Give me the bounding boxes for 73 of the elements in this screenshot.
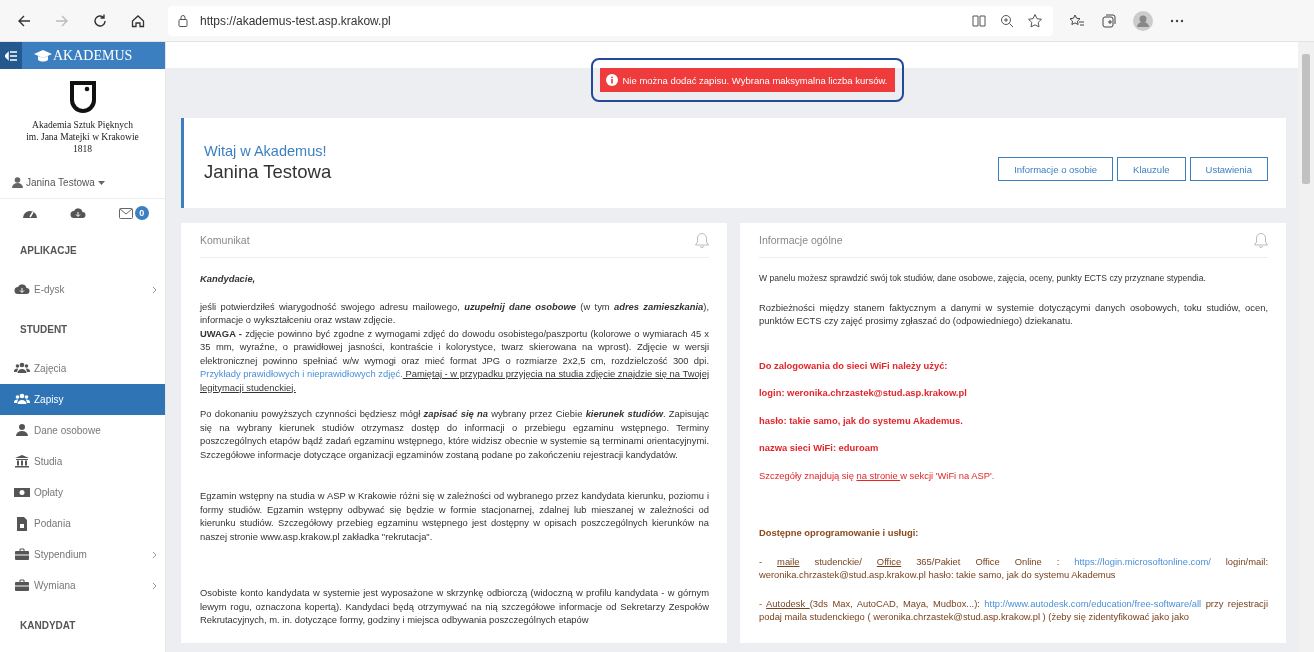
section-heading: STUDENT: [19, 322, 69, 337]
bell-icon: [1254, 232, 1268, 248]
paragraph: W panelu możesz sprawdzić swój tok studiów, dane osobowe, zajęcia, oceny, punkty ECTS czy przyznane stypendia.: [759, 272, 1207, 285]
nav-item[interactable]: E-dysk: [0, 274, 165, 305]
envelope-icon[interactable]: [118, 207, 133, 219]
section-heading: APLIKACJE: [19, 243, 78, 258]
nav-item[interactable]: Stypendium: [0, 539, 165, 570]
collections-icon[interactable]: [1101, 12, 1117, 29]
paragraph: nazwa sieci WiFi: eduroam: [759, 441, 880, 455]
users-icon: [14, 392, 30, 407]
person-icon: [14, 423, 30, 438]
cloud-icon: [14, 282, 30, 297]
scrollbar-thumb[interactable]: [1302, 54, 1310, 184]
zoom-icon[interactable]: [999, 12, 1015, 29]
link[interactable]: http://www.autodesk.com/education/free-software/all: [984, 597, 1202, 609]
panel-title: Komunikat: [200, 234, 250, 246]
paragraph: Rozbieżności między stanem faktycznym a danymi w systemie dotyczącymi danych osobowych, toku studiów, ocen, punktów ECTS czy zajęć prosimy zgłaszać do (odpowiedniego) dziekanatu.: [759, 300, 1268, 328]
url-text: https://akademus-test.asp.krakow.pl: [200, 13, 392, 28]
users-icon: [14, 361, 30, 376]
nav-item[interactable]: Opłaty: [0, 477, 165, 508]
paragraph: jeśli potwierdziłeś wiarygodność swojego adresu mailowego, uzupełnij dane osobowe (w tym adres zamieszkania), informacje o wykształceniu oraz wstaw zdjęcie. UWAGA - zdjęcie powinno być zgodne z wymogami zdjęć do dowodu osobistego/paszportu (kolorowe o wymiarach 45 x 35 mm, wyraźne, o prawidłowej jasności, kontraście i kolorystyce, twarz skierowana na wprost). Zdjęcie w wersji elektronicznej powinno spełniać w/w wymogi oraz mieć format JPG o rozmiarze 2x2,5 cm, rozdzielczość 300 dpi. Przykłady prawidłowych i nieprawidłowych zdjęć. Pamiętaj - w przypadku przyjęcia na studia zdjęcie znajdzie się na Twojej legitymacji studenckiej.: [200, 299, 709, 394]
shield-logo-icon: [68, 81, 97, 113]
paragraph: Kandydacie,: [200, 272, 257, 286]
cloud-icon[interactable]: [70, 207, 87, 219]
columns-building-icon: [14, 454, 30, 469]
nav-item[interactable]: Dane osobowe: [0, 415, 165, 446]
section-heading: KANDYDAT: [19, 618, 77, 633]
header-button[interactable]: Ustawienia: [1189, 157, 1268, 181]
info-icon: [605, 74, 618, 86]
message-count-badge: 0: [134, 206, 149, 220]
paragraph: Po dokonaniu powyższych czynności będziesz mógł zapisać się na wybrany przez Ciebie kierunek studiów. Zapisując się na wybrany kierunek studiów otrzymasz dostęp do informacji o przebiegu egzaminu wstępnego. Terminy poszczególnych etapów bądź zadań egzaminu wstępnego, które widzisz obecnie w systemie są terminami orientacyjnymi. Szczegółowe informacje dotyczące organizacji egzaminów zostaną podane po zakończeniu rejestracji kandydatów.: [200, 407, 709, 461]
header-button[interactable]: Klauzule: [1117, 157, 1186, 181]
welcome-heading: Witaj w Akademus!: [204, 143, 328, 159]
paragraph: Osobiste konto kandydata w systemie jest wyposażone w skrzynkę odbiorczą (widoczną w profilu kandydata - w górnym lewym rogu, oznaczona kopertą). Kandydaci będą otrzymywać na nią szczegółowe informacje od Sekretarzy Zespołów Rekrutacyjnych, m. in. dotyczące formy, godziny i miejsca odbywania poszczególnych etapów: [200, 586, 709, 627]
paragraph: hasło: takie samo, jak do systemu Akademus.: [759, 413, 964, 427]
graduation-cap-icon: [34, 49, 52, 62]
nav-item[interactable]: Studia: [0, 446, 165, 477]
paragraph: Egzamin wstępny na studia w ASP w Krakowie różni się w zależności od wybranego przez kandydata kierunku, poziomu i formy studiów. Egzamin wstępny odbywać się będzie w formie stacjonarnej, zdalnej lub mieszanej w zależności od kierunku studiów. Szczegółowy przebieg egzaminu wstępnego jest dostępny w opisach poszczególnych kierunków na naszej stronie www.asp.krakow.pl zakładka "rekrutacja".: [200, 489, 709, 543]
user-icon: [12, 177, 23, 188]
paragraph: - maile studenckie/ Office 365/Pakiet Office Online : https://login.microsoftonline.com/ login/mail: weronika.chrzastek@stud.asp.krakow.pl hasło: takie samo, jak do systemu Akademus: [759, 554, 1268, 582]
brand-logo[interactable]: AKADEMUS: [22, 47, 133, 64]
error-alert: Nie można dodać zapisu. Wybrana maksymalna liczba kursów.: [599, 68, 896, 92]
link[interactable]: Przykłady prawidłowych i nieprawidłowych zdjęć.: [200, 368, 403, 379]
banknote-icon: [14, 485, 30, 500]
scrollbar[interactable]: [1298, 42, 1314, 652]
lock-icon: [178, 14, 188, 27]
caret-icon: [97, 180, 105, 185]
bell-icon: [695, 232, 709, 248]
reader-view-icon[interactable]: [971, 12, 987, 29]
profile-avatar-icon[interactable]: [1133, 10, 1153, 31]
nav-item[interactable]: Wymiana: [0, 570, 165, 601]
user-menu[interactable]: Janina Testowa: [12, 177, 165, 188]
paragraph: Szczegóły znajdują się na stronie w sekcji 'WiFi na ASP'.: [759, 468, 996, 482]
briefcase-icon: [14, 547, 30, 562]
panel-title: Informacje ogólne: [759, 234, 843, 246]
favorite-star-icon[interactable]: [1027, 12, 1043, 29]
briefcase-icon: [14, 578, 30, 593]
reload-icon[interactable]: [92, 12, 108, 29]
document-icon: [14, 516, 30, 531]
nav-item[interactable]: Zapisy: [0, 384, 165, 415]
favorites-list-icon[interactable]: [1069, 12, 1085, 29]
link[interactable]: https://login.microsoftonline.com/: [1074, 555, 1211, 567]
paragraph: Do zalogowania do sieci WiFi należy użyć:: [759, 358, 949, 372]
address-bar[interactable]: https://akademus-test.asp.krakow.pl: [168, 5, 1053, 36]
paragraph: - Autodesk (3ds Max, AutoCAD, Maya, Mudbox...): http://www.autodesk.com/education/free-software/all przy rejestracji podaj maila studenckiego ( weronika.chrzastek@stud.asp.krakow.pl ) (żeby się zidentyfikować jako jako: [759, 596, 1268, 624]
user-name: Janina Testowa: [204, 161, 332, 183]
header-button[interactable]: Informacje o osobie: [998, 157, 1114, 181]
nav-item[interactable]: Zajęcia: [0, 353, 165, 384]
institution-name: Akademia Sztuk Pięknych im. Jana Matejki w Krakowie 1818: [25, 119, 140, 155]
paragraph: Dostępne oprogramowanie i usługi:: [759, 526, 920, 540]
paragraph: login: weronika.chrzastek@stud.asp.krakow.pl: [759, 386, 968, 400]
menu-collapse-icon[interactable]: [0, 42, 22, 69]
nav-item[interactable]: Podania: [0, 508, 165, 539]
